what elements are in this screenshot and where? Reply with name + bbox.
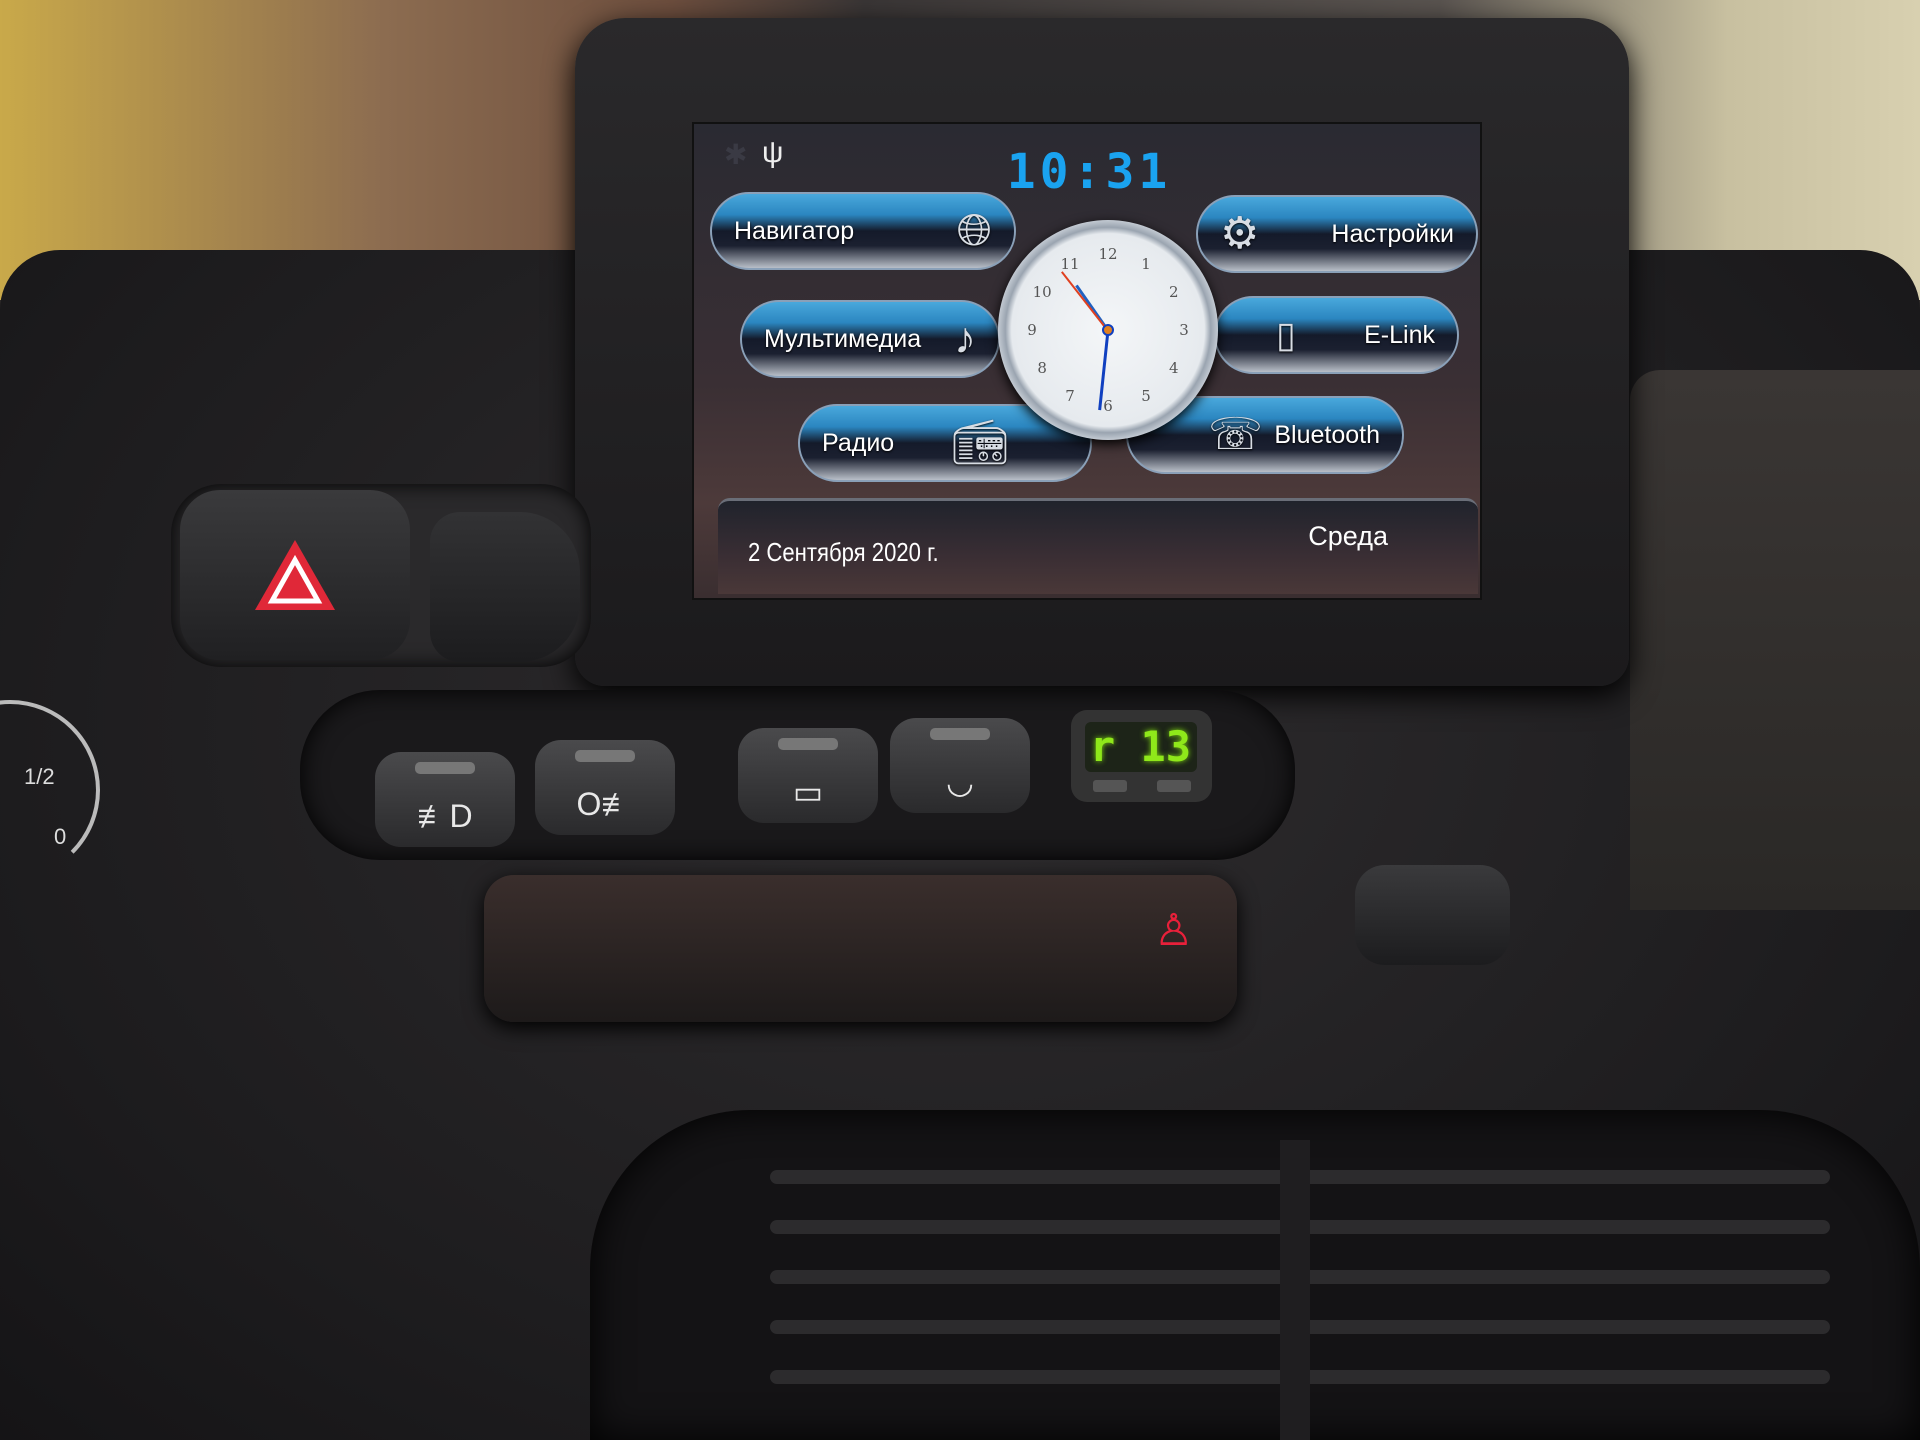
windshield-defrost-icon: ◡: [946, 764, 974, 800]
display-button-left[interactable]: [1093, 780, 1127, 792]
menu-label: Bluetooth: [1274, 420, 1380, 449]
clock-number: 12: [1098, 245, 1118, 263]
front-fog-light-icon: ≢D: [417, 798, 473, 834]
front-fog-light-button[interactable]: ≢D: [375, 752, 515, 847]
warning-light-strip: ♙: [484, 875, 1237, 1022]
blank-button[interactable]: [430, 512, 580, 662]
rear-defrost-icon: ▭: [792, 774, 824, 810]
clock-number: 5: [1141, 386, 1151, 405]
gauge-label-half: 1/2: [24, 764, 55, 789]
menu-label: Мультимедиа: [764, 324, 922, 353]
vent-divider: [1280, 1140, 1310, 1440]
globe-icon: 🌐︎: [956, 206, 992, 255]
clock-number: 10: [1032, 283, 1052, 301]
gauge-label-zero: 0: [54, 824, 67, 849]
bluetooth-phone-icon: ☏: [1208, 410, 1264, 459]
seatbelt-warning-icon: ♙: [1154, 906, 1194, 955]
phone-usb-icon: ▯: [1276, 314, 1296, 355]
temperature-display-unit: r 13: [1071, 710, 1212, 802]
rear-fog-light-icon: O≢: [576, 786, 634, 822]
clock-number: 1: [1141, 255, 1151, 274]
dashboard-right: [1630, 370, 1920, 910]
head-unit-screen: ✱ ψ 10:31 Навигатор 🌐︎ ⚙ Настройки Мульт…: [692, 122, 1482, 600]
small-button[interactable]: [1355, 865, 1510, 965]
menu-settings[interactable]: ⚙ Настройки: [1196, 195, 1478, 273]
second-hand: [1061, 271, 1109, 332]
display-button-right[interactable]: [1157, 780, 1191, 792]
menu-label: Навигатор: [734, 216, 855, 245]
hazard-triangle-icon: [255, 540, 335, 610]
menu-label: Радио: [822, 428, 895, 457]
windshield-defrost-button[interactable]: ◡: [890, 718, 1030, 813]
clock-number: 7: [1065, 386, 1075, 405]
air-vent[interactable]: [590, 1110, 1920, 1440]
date-bar: 2 Сентября 2020 г. Среда: [718, 498, 1478, 594]
clock-number: 2: [1169, 283, 1179, 301]
temperature-display: r 13: [1085, 722, 1197, 772]
clock-center: [1102, 324, 1114, 336]
rear-fog-light-button[interactable]: O≢: [535, 740, 675, 835]
clock-number: 11: [1060, 255, 1080, 274]
music-note-icon: ♪: [954, 314, 976, 363]
rear-defrost-button[interactable]: ▭: [738, 728, 878, 823]
weekday-text: Среда: [1308, 521, 1388, 551]
gear-icon: ⚙: [1220, 209, 1260, 258]
clock-number: 3: [1179, 321, 1189, 339]
menu-label: Настройки: [1331, 219, 1454, 248]
menu-multimedia[interactable]: Мультимедиа ♪: [740, 300, 1000, 378]
date-text: 2 Сентября 2020 г.: [748, 537, 939, 567]
menu-label: E-Link: [1364, 320, 1435, 349]
clock-number: 4: [1169, 359, 1179, 377]
menu-elink[interactable]: ▯ E-Link: [1214, 296, 1459, 374]
clock-number: 9: [1027, 321, 1037, 339]
radio-icon: 📻︎: [952, 418, 1008, 467]
hazard-button[interactable]: [180, 490, 410, 660]
clock-number: 8: [1037, 359, 1047, 377]
menu-navigator[interactable]: Навигатор 🌐︎: [710, 192, 1016, 270]
analog-clock: 12 1 2 3 4 5 6 7 8 9 10 11: [998, 220, 1218, 440]
